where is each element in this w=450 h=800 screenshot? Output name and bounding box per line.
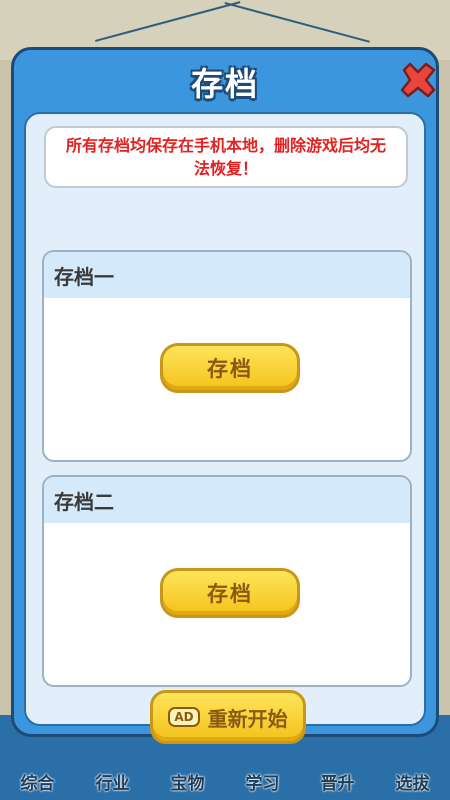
dialog-body: 所有存档均保存在手机本地，删除游戏后均无法恢复！ 存档一 存档 存档二 存档 A… [24, 112, 426, 744]
save-slot-title: 存档一 [44, 252, 410, 298]
save-slot-title: 存档二 [44, 477, 410, 523]
bottom-nav: 综合 行业 宝物 学习 晋升 选拔 [0, 752, 450, 800]
warning-notice: 所有存档均保存在手机本地，删除游戏后均无法恢复！ [44, 126, 408, 188]
save-button[interactable]: 存档 [160, 343, 300, 393]
dialog-title: 存档 [190, 65, 259, 103]
save-slot-2: 存档二 存档 [42, 475, 412, 687]
nav-item-treasure[interactable]: 宝物 [165, 767, 211, 800]
nav-item-promotion[interactable]: 晋升 [315, 767, 361, 800]
save-button[interactable]: 存档 [160, 568, 300, 618]
save-slot-1: 存档一 存档 [42, 250, 412, 462]
nav-item-selection[interactable]: 选拔 [390, 767, 436, 800]
nav-item-general[interactable]: 综合 [15, 767, 61, 800]
nav-item-study[interactable]: 学习 [240, 767, 286, 800]
ad-icon: AD [168, 707, 200, 727]
restart-button[interactable]: AD 重新开始 [150, 690, 306, 744]
nav-item-industry[interactable]: 行业 [90, 767, 136, 800]
close-button[interactable] [394, 56, 442, 104]
save-dialog: 存档 所有存档均保存在手机本地，删除游戏后均无法恢复！ 存档一 存档 存档二 存… [11, 47, 442, 744]
close-icon [400, 62, 436, 98]
restart-label: 重新开始 [207, 706, 288, 731]
